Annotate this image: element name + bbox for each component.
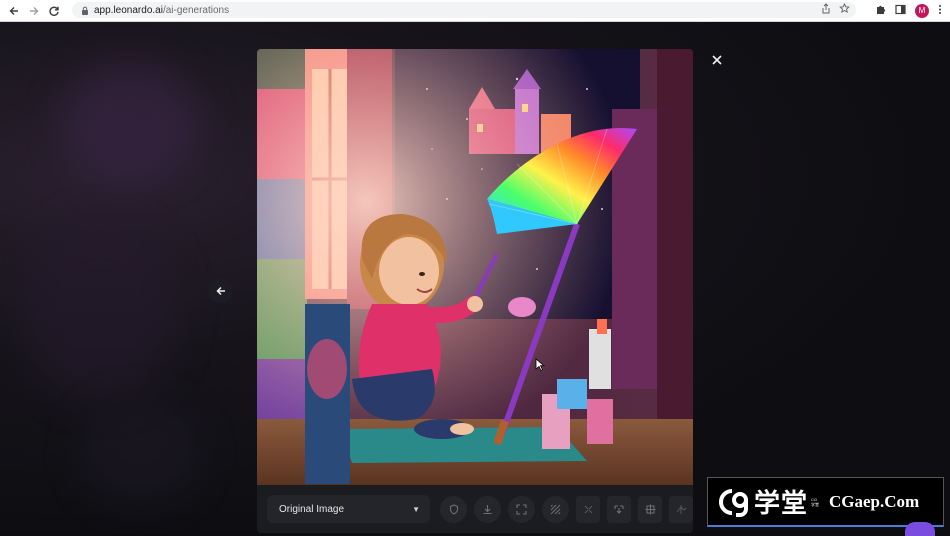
mouse-cursor-icon	[535, 358, 546, 377]
profile-avatar[interactable]: M	[915, 3, 929, 18]
image-mode-select[interactable]: Original Image ▼	[267, 495, 430, 523]
download-icon[interactable]	[474, 495, 501, 523]
watermark: 学堂 CG学堂 CGaep.Com	[707, 477, 944, 527]
remove-bg-icon[interactable]	[542, 495, 569, 523]
back-icon[interactable]	[4, 1, 24, 21]
expand-icon[interactable]	[508, 495, 535, 523]
url-path: /ai-generations	[162, 4, 230, 16]
forward-icon[interactable]	[24, 1, 44, 21]
url-host: app.leonardo.ai	[94, 4, 163, 16]
extensions-icon[interactable]	[875, 4, 886, 18]
watermark-small: CG学堂	[811, 496, 820, 507]
image-mode-label: Original Image	[279, 503, 345, 515]
browser-toolbar: app.leonardo.ai/ai-generations M	[0, 0, 950, 22]
unzoom-icon[interactable]	[576, 495, 600, 523]
side-panel-icon[interactable]	[895, 4, 906, 18]
star-icon[interactable]	[839, 2, 850, 17]
image-viewer: Original Image ▼	[257, 49, 693, 533]
url-text[interactable]: app.leonardo.ai/ai-generations	[94, 5, 229, 16]
reload-icon[interactable]	[44, 1, 64, 21]
alchemy-icon[interactable]	[638, 495, 662, 523]
shield-icon[interactable]	[440, 495, 467, 523]
generated-image	[257, 49, 693, 485]
upscale-icon[interactable]	[607, 495, 631, 523]
cg-logo-icon	[718, 485, 752, 519]
caret-down-icon: ▼	[412, 504, 420, 514]
watermark-site: CGaep.Com	[829, 491, 920, 511]
menu-icon[interactable]	[938, 4, 942, 18]
arrow-left-icon[interactable]	[208, 278, 233, 303]
address-bar[interactable]: app.leonardo.ai/ai-generations	[72, 2, 856, 18]
lock-icon[interactable]	[80, 5, 90, 15]
watermark-brand: 学堂	[754, 489, 809, 519]
close-icon[interactable]	[708, 51, 726, 69]
share-icon[interactable]	[821, 3, 831, 17]
image-toolbar: Original Image ▼	[257, 485, 693, 533]
tile-icon[interactable]	[669, 495, 693, 523]
